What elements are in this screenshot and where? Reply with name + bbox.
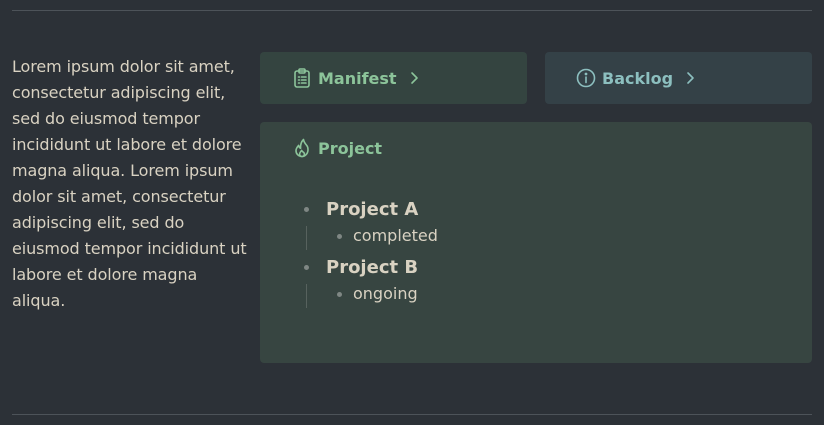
project-panel-title: Project [318, 138, 383, 158]
project-status: completed [353, 226, 438, 245]
project-title: Project B [326, 257, 419, 278]
list-item-children: completed [306, 226, 438, 250]
top-divider [12, 10, 812, 11]
chevron-right-icon [407, 71, 421, 85]
bullet-icon [304, 265, 309, 270]
bullet-icon [337, 234, 342, 239]
bullet-icon [304, 207, 309, 212]
manifest-label: Manifest [318, 68, 397, 88]
project-panel: Project Project A completed Project B on… [260, 122, 812, 363]
intro-paragraph: Lorem ipsum dolor sit amet, consectetur … [12, 57, 247, 310]
page: Lorem ipsum dolor sit amet, consectetur … [0, 0, 824, 425]
backlog-label: Backlog [602, 68, 674, 88]
project-status: ongoing [353, 284, 418, 303]
manifest-card-link[interactable]: Manifest [260, 52, 527, 104]
project-title: Project A [326, 199, 419, 220]
backlog-card-link[interactable]: Backlog [545, 52, 812, 104]
info-circle-icon [576, 68, 596, 88]
bottom-divider [12, 414, 812, 415]
list-item: Project B [304, 256, 438, 280]
chevron-right-icon [683, 71, 697, 85]
project-tree: Project A completed Project B ongoing [304, 198, 438, 308]
clipboard-list-icon [292, 68, 312, 88]
list-item-children: ongoing [306, 284, 438, 308]
flame-icon [292, 138, 312, 158]
project-panel-header: Project [292, 138, 382, 158]
list-item: Project A [304, 198, 438, 222]
bullet-icon [337, 292, 342, 297]
